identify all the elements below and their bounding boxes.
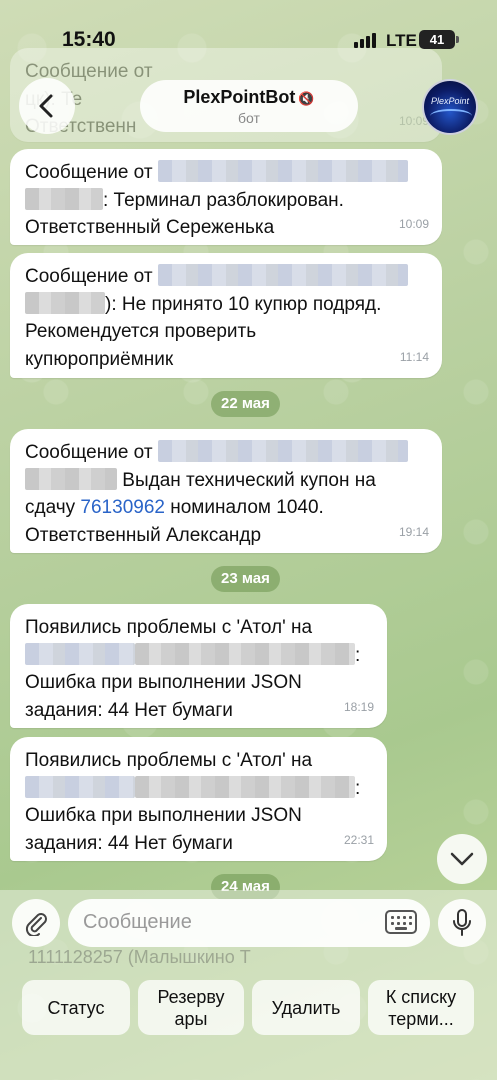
message-line: Сообщение от bbox=[25, 266, 153, 287]
redacted-text bbox=[25, 467, 117, 490]
message-time: 19:14 bbox=[398, 524, 429, 539]
message-line: : Терминал разблокирован. bbox=[103, 189, 344, 211]
back-button[interactable] bbox=[19, 78, 75, 134]
status-button[interactable]: Статус bbox=[22, 980, 130, 1035]
chat-subtitle: бот bbox=[238, 110, 260, 126]
coupon-number-link[interactable]: 76130962 bbox=[80, 497, 165, 518]
message-line: Сообщение от bbox=[25, 442, 153, 463]
message-line: задания: 44 Нет бумаги bbox=[25, 699, 233, 721]
chat-title-pill[interactable]: PlexPointBot 🔇 бот bbox=[140, 80, 358, 132]
bot-keyboard: Статус Резерву ары Удалить К списку терм… bbox=[0, 965, 497, 1080]
message-line: : bbox=[355, 777, 361, 799]
redacted-text bbox=[135, 775, 355, 798]
avatar-logo-text: PlexPoint bbox=[430, 96, 470, 106]
redacted-text bbox=[157, 264, 408, 286]
network-type: LTE bbox=[386, 31, 417, 50]
redacted-text bbox=[25, 291, 105, 314]
message-bubble[interactable]: Появились проблемы с 'Атол' на : Ошибка … bbox=[10, 604, 387, 728]
wave-icon bbox=[430, 109, 472, 123]
message-input-placeholder: Сообщение bbox=[83, 911, 192, 933]
message-line: : bbox=[355, 644, 361, 666]
redacted-text bbox=[157, 160, 408, 182]
microphone-button[interactable] bbox=[438, 899, 486, 947]
attach-button[interactable] bbox=[12, 899, 60, 947]
delete-button[interactable]: Удалить bbox=[252, 980, 360, 1035]
message-line: купюроприёмник bbox=[25, 348, 174, 370]
status-time: 15:40 bbox=[62, 28, 116, 51]
status-bar: 15:40 LTE 41 bbox=[0, 0, 497, 80]
date-separator: 23 мая bbox=[211, 566, 280, 592]
microphone-icon bbox=[453, 909, 471, 936]
message-line: задания: 44 Нет бумаги bbox=[25, 832, 233, 854]
message-line: Ошибка при выполнении JSON bbox=[25, 805, 302, 826]
battery-icon: 41 bbox=[419, 30, 459, 49]
message-time: 22:31 bbox=[343, 832, 374, 847]
message-line: Появились проблемы с 'Атол' на bbox=[25, 617, 313, 638]
chevron-down-icon bbox=[450, 852, 474, 866]
redacted-text bbox=[135, 642, 355, 665]
message-line: Ответственный Сереженька bbox=[25, 217, 275, 238]
signal-icon bbox=[354, 33, 376, 48]
terminal-list-button[interactable]: К списку терми... bbox=[368, 980, 474, 1035]
message-line: Ошибка при выполнении JSON bbox=[25, 672, 302, 693]
paperclip-icon bbox=[25, 913, 47, 936]
message-line: Ответственный Александр bbox=[25, 524, 262, 546]
message-line: Рекомендуется проверить bbox=[25, 321, 257, 342]
redacted-text bbox=[25, 187, 103, 210]
message-line: Появились проблемы с 'Атол' на bbox=[25, 750, 313, 771]
message-line: Выдан технический купон на bbox=[117, 469, 376, 491]
message-bubble[interactable]: Сообщение от ): Не принято 10 купюр подр… bbox=[10, 253, 442, 378]
chat-title: PlexPointBot bbox=[183, 87, 296, 107]
message-bubble[interactable]: Появились проблемы с 'Атол' на : Ошибка … bbox=[10, 737, 387, 861]
date-separator: 22 мая bbox=[211, 391, 280, 417]
message-line: Сообщение от bbox=[25, 162, 153, 183]
keyboard-icon[interactable] bbox=[385, 910, 417, 934]
redacted-text bbox=[157, 440, 408, 462]
reserve-button[interactable]: Резерву ары bbox=[138, 980, 244, 1035]
message-bubble[interactable]: Сообщение от : Терминал разблокирован. О… bbox=[10, 149, 442, 245]
message-time: 18:19 bbox=[343, 699, 374, 714]
message-line: сдачу bbox=[25, 497, 76, 518]
message-line: номиналом 1040. bbox=[170, 497, 324, 518]
message-bubble[interactable]: Сообщение от Выдан технический купон на … bbox=[10, 429, 442, 553]
message-line: ): Не принято 10 купюр подряд. bbox=[105, 293, 382, 315]
message-time: 10:09 bbox=[398, 216, 429, 231]
redacted-text bbox=[25, 775, 135, 798]
message-time: 11:14 bbox=[399, 349, 429, 364]
redacted-text bbox=[25, 642, 135, 665]
mute-icon: 🔇 bbox=[298, 91, 315, 106]
avatar[interactable]: PlexPoint bbox=[422, 79, 478, 135]
chevron-left-icon bbox=[39, 94, 53, 118]
scroll-down-button[interactable] bbox=[437, 834, 487, 884]
